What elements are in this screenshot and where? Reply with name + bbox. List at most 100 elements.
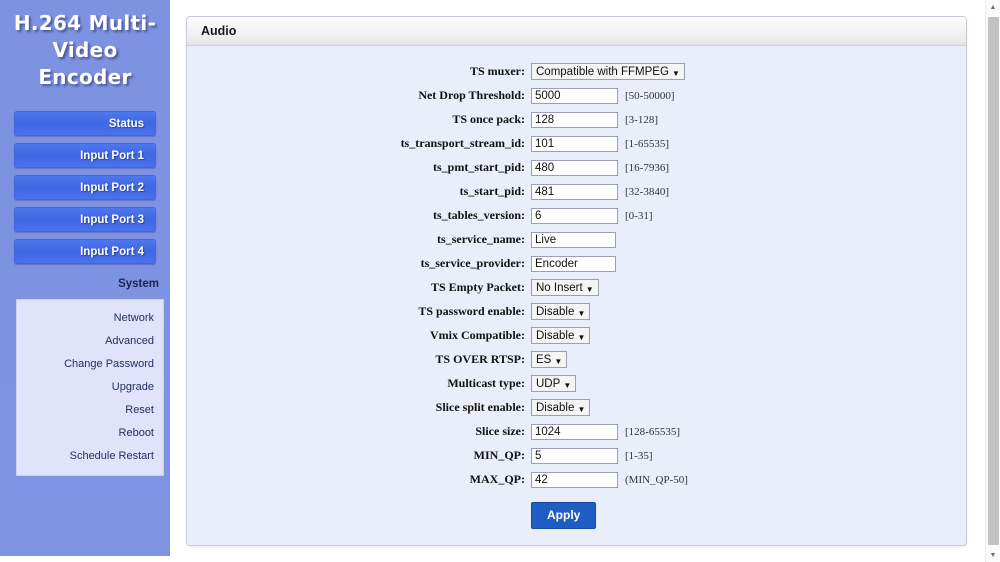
sidebar-item-label: Input Port 2 [80,182,144,194]
sidebar-item-label: Status [109,118,144,130]
field-select-value: Disable [536,402,574,414]
field-select[interactable]: Disable▼ [531,327,590,344]
field-input[interactable] [531,136,618,152]
field-input[interactable] [531,424,618,440]
scrollbar-thumb[interactable] [988,17,999,545]
sidebar: H.264 Multi- Video Encoder Status Input … [0,0,170,556]
apply-button[interactable]: Apply [531,502,596,529]
sidebar-item-network[interactable]: Network [17,306,163,329]
chevron-down-icon: ▼ [586,282,594,298]
field-select[interactable]: Disable▼ [531,399,590,416]
sidebar-item-input-port-1[interactable]: Input Port 1 [14,143,156,168]
settings-row: ts_service_provider: [187,252,966,275]
field-hint: [3-128] [625,114,658,126]
field-hint: (MIN_QP-50] [625,474,688,486]
chevron-down-icon: ▼ [577,330,585,346]
field-input[interactable] [531,112,618,128]
sidebar-item-advanced[interactable]: Advanced [17,329,163,352]
field-label: ts_service_name: [355,232,531,247]
scroll-down-arrow-icon[interactable]: ▼ [986,548,1000,562]
sidebar-item-input-port-4[interactable]: Input Port 4 [14,239,156,264]
logo-line-2: Video Encoder [8,37,162,91]
settings-row: TS once pack: [3-128] [187,108,966,131]
submenu-item-label: Reboot [119,427,154,439]
sidebar-item-input-port-2[interactable]: Input Port 2 [14,175,156,200]
field-select-value: UDP [536,378,560,390]
sidebar-item-schedule-restart[interactable]: Schedule Restart [17,444,163,467]
submenu-item-label: Advanced [105,335,154,347]
field-input[interactable] [531,448,618,464]
field-input[interactable] [531,208,618,224]
field-select-value: Compatible with FFMPEG [536,66,669,78]
settings-row: Slice split enable:Disable▼ [187,396,966,419]
logo-line-1: H.264 Multi- [8,10,162,37]
chevron-down-icon: ▼ [577,306,585,322]
field-label: Vmix Compatible: [355,328,531,343]
field-label: ts_pmt_start_pid: [355,160,531,175]
submenu-item-label: Change Password [64,358,154,370]
settings-row: Multicast type:UDP▼ [187,372,966,395]
chevron-down-icon: ▼ [672,66,680,82]
field-select[interactable]: Disable▼ [531,303,590,320]
scroll-up-arrow-icon[interactable]: ▲ [986,0,1000,14]
sidebar-item-reboot[interactable]: Reboot [17,421,163,444]
page-title: Audio [201,24,236,38]
field-hint: [128-65535] [625,426,680,438]
sidebar-item-status[interactable]: Status [14,111,156,136]
settings-row: ts_transport_stream_id:[1-65535] [187,132,966,155]
field-select[interactable]: No Insert▼ [531,279,599,296]
settings-row: Net Drop Threshold:[50-50000] [187,84,966,107]
settings-row: Slice size: [128-65535] [187,420,966,443]
apply-row: Apply [187,502,966,529]
sidebar-item-label: Input Port 1 [80,150,144,162]
settings-form: TS muxer:Compatible with FFMPEG▼Net Drop… [187,46,966,529]
field-label: Slice split enable: [355,400,531,415]
field-label: TS muxer: [355,64,531,79]
vertical-scrollbar[interactable]: ▲ ▼ [985,0,1000,562]
panel-header: Audio [187,17,966,46]
settings-row: TS muxer:Compatible with FFMPEG▼ [187,60,966,83]
app-logo: H.264 Multi- Video Encoder [8,10,162,91]
field-label: TS once pack: [355,112,531,127]
chevron-down-icon: ▼ [554,354,562,370]
field-select[interactable]: Compatible with FFMPEG▼ [531,63,685,80]
settings-row: TS Empty Packet:No Insert▼ [187,276,966,299]
field-hint: [1-35] [625,450,653,462]
field-label: ts_start_pid: [355,184,531,199]
field-label: Slice size: [355,424,531,439]
field-select[interactable]: UDP▼ [531,375,576,392]
field-hint: [1-65535] [625,138,669,150]
field-input[interactable] [531,232,616,248]
system-submenu: Network Advanced Change Password Upgrade… [16,299,164,476]
field-input[interactable] [531,88,618,104]
field-label: TS password enable: [355,304,531,319]
field-hint: [32-3840] [625,186,669,198]
field-select-value: Disable [536,306,574,318]
settings-row: TS OVER RTSP:ES▼ [187,348,966,371]
field-label: TS OVER RTSP: [355,352,531,367]
field-select-value: Disable [536,330,574,342]
sidebar-item-label: Input Port 3 [80,214,144,226]
sidebar-item-input-port-3[interactable]: Input Port 3 [14,207,156,232]
field-label: ts_tables_version: [355,208,531,223]
chevron-down-icon: ▼ [577,402,585,418]
settings-row: MIN_QP:[1-35] [187,444,966,467]
settings-row: ts_start_pid: [32-3840] [187,180,966,203]
sidebar-section-system[interactable]: System [14,273,159,295]
field-label: MAX_QP: [355,472,531,487]
submenu-item-label: Network [114,312,154,324]
field-input[interactable] [531,160,618,176]
field-input[interactable] [531,472,618,488]
settings-row: Vmix Compatible:Disable▼ [187,324,966,347]
field-select-value: No Insert [536,282,583,294]
field-select-value: ES [536,354,551,366]
sidebar-item-change-password[interactable]: Change Password [17,352,163,375]
sidebar-item-upgrade[interactable]: Upgrade [17,375,163,398]
sidebar-item-reset[interactable]: Reset [17,398,163,421]
submenu-item-label: Upgrade [112,381,154,393]
submenu-item-label: Reset [125,404,154,416]
field-input[interactable] [531,184,618,200]
field-hint: [16-7936] [625,162,669,174]
field-select[interactable]: ES▼ [531,351,567,368]
field-input[interactable] [531,256,616,272]
